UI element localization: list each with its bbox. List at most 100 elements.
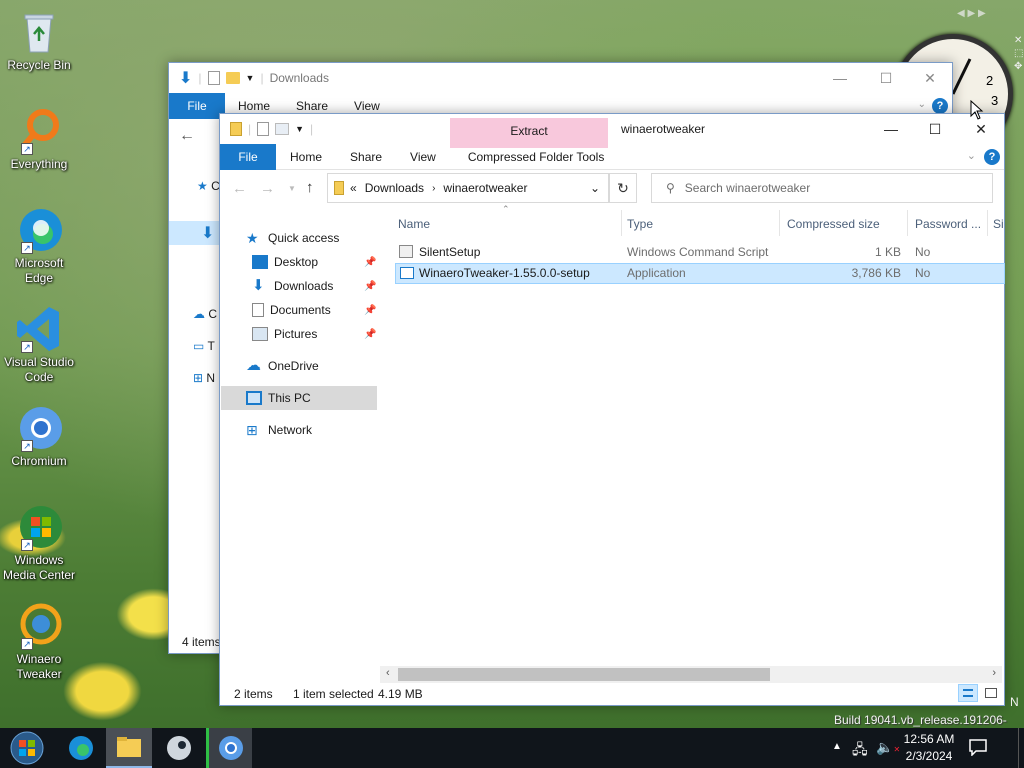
tab-file[interactable]: File bbox=[220, 143, 276, 170]
tab-share[interactable]: Share bbox=[336, 144, 396, 170]
help-icon[interactable]: ? bbox=[984, 149, 1000, 165]
nav-network[interactable]: ⊞ Network bbox=[246, 419, 312, 441]
new-folder-icon[interactable] bbox=[275, 123, 290, 135]
expand-ribbon-icon[interactable]: ⌄ bbox=[918, 99, 926, 110]
tab-file[interactable]: File bbox=[169, 92, 225, 119]
desktop-icon-label: Everything bbox=[10, 157, 68, 171]
address-bar[interactable]: « Downloads › winaerotweaker ⌄ bbox=[327, 173, 609, 203]
column-type[interactable]: Type bbox=[627, 217, 653, 237]
file-password: No bbox=[915, 266, 931, 280]
nav-documents[interactable]: Documents bbox=[252, 299, 331, 321]
desktop-icon-winaero-tweaker[interactable]: ↗ Winaero Tweaker bbox=[0, 602, 78, 682]
action-center-button[interactable] bbox=[968, 738, 994, 758]
desktop-icon-label: Windows Media Center bbox=[2, 553, 76, 582]
document-icon bbox=[252, 303, 264, 317]
column-name[interactable]: Name bbox=[398, 217, 430, 237]
steam-icon bbox=[167, 736, 191, 760]
tab-view[interactable]: View bbox=[396, 144, 450, 170]
chevron-down-icon[interactable]: ▼ bbox=[295, 124, 304, 134]
breadcrumb-downloads[interactable]: Downloads bbox=[365, 181, 424, 195]
close-button[interactable]: ✕ bbox=[907, 63, 953, 93]
network-status-icon[interactable]: 🖧 bbox=[852, 739, 868, 763]
corner-letter: N bbox=[1010, 695, 1019, 709]
nav-onedrive[interactable]: ☁ OneDrive bbox=[246, 355, 319, 377]
large-icons-view-button[interactable] bbox=[982, 685, 1000, 701]
column-size[interactable]: Si bbox=[993, 217, 1004, 237]
minimize-button[interactable]: — bbox=[868, 114, 914, 144]
nav-fragment: ★ C bbox=[197, 179, 220, 193]
taskbar-edge[interactable] bbox=[58, 728, 104, 768]
back-button[interactable]: ← bbox=[232, 180, 247, 197]
application-file-icon bbox=[400, 267, 414, 279]
title-bar[interactable]: ⬇ | ▼ | Downloads — ☐ ✕ bbox=[169, 63, 952, 93]
column-divider[interactable] bbox=[987, 210, 988, 236]
pin-icon[interactable]: 📌 bbox=[364, 281, 376, 292]
quick-access-toolbar: | ▼ | bbox=[220, 122, 313, 136]
nav-desktop[interactable]: Desktop bbox=[252, 251, 318, 273]
address-prefix[interactable]: « bbox=[350, 181, 357, 195]
chromium-icon bbox=[218, 736, 243, 760]
taskbar-chromium[interactable] bbox=[206, 728, 252, 768]
help-icon[interactable]: ? bbox=[932, 98, 948, 114]
show-desktop-button[interactable] bbox=[1018, 728, 1024, 768]
breadcrumb-winaerotweaker[interactable]: winaerotweaker bbox=[443, 181, 527, 195]
properties-icon[interactable] bbox=[257, 122, 270, 136]
clock-date: 2/3/2024 bbox=[905, 749, 953, 763]
refresh-button[interactable]: ↻ bbox=[609, 173, 637, 203]
back-button[interactable]: ← bbox=[179, 127, 195, 145]
nav-downloads[interactable]: ⬇ Downloads bbox=[252, 275, 333, 297]
tab-compressed-folder-tools[interactable]: Compressed Folder Tools bbox=[454, 144, 619, 170]
taskbar-steam[interactable] bbox=[156, 728, 202, 768]
tab-home[interactable]: Home bbox=[276, 144, 336, 170]
desktop-icon-chromium[interactable]: ↗ Chromium bbox=[0, 404, 78, 469]
pin-icon[interactable]: 📌 bbox=[364, 257, 376, 268]
column-divider[interactable] bbox=[621, 210, 622, 236]
folder-icon bbox=[117, 737, 141, 757]
file-name: SilentSetup bbox=[419, 245, 481, 259]
nav-this-pc[interactable]: This PC bbox=[246, 387, 311, 409]
details-view-button[interactable] bbox=[958, 684, 978, 702]
table-row-selected[interactable]: WinaeroTweaker-1.55.0.0-setup Applicatio… bbox=[395, 263, 1005, 284]
forward-button[interactable]: → bbox=[260, 180, 275, 197]
gadget-controls[interactable]: ◀ ▶ ▶ bbox=[957, 8, 986, 19]
minimize-button[interactable]: — bbox=[817, 63, 863, 93]
taskbar-file-explorer[interactable] bbox=[106, 728, 152, 768]
title-bar[interactable]: | ▼ | Extract winaerotweaker — ☐ ✕ bbox=[220, 114, 1004, 148]
scroll-left-icon[interactable]: ‹ bbox=[386, 667, 390, 679]
search-input[interactable]: ⚲ Search winaerotweaker bbox=[651, 173, 993, 203]
pin-icon[interactable]: 📌 bbox=[364, 305, 376, 316]
pin-icon[interactable]: 📌 bbox=[364, 329, 376, 340]
show-hidden-icons-icon[interactable]: ▲ bbox=[832, 741, 842, 752]
scrollbar-thumb[interactable] bbox=[398, 668, 770, 681]
desktop-icon-media-center[interactable]: ↗ Windows Media Center bbox=[0, 503, 78, 583]
table-row[interactable]: SilentSetup Windows Command Script 1 KB … bbox=[395, 242, 1005, 262]
column-password[interactable]: Password ... bbox=[915, 217, 981, 237]
nav-pictures[interactable]: Pictures bbox=[252, 323, 317, 345]
winaerotweaker-window[interactable]: | ▼ | Extract winaerotweaker — ☐ ✕ File … bbox=[219, 113, 1005, 706]
status-item-count: 4 items bbox=[182, 635, 221, 649]
desktop-icon-edge[interactable]: ↗ Microsoft Edge bbox=[0, 206, 78, 286]
start-button[interactable] bbox=[4, 728, 50, 768]
up-button[interactable]: ↑ bbox=[306, 179, 314, 196]
address-dropdown-icon[interactable]: ⌄ bbox=[590, 181, 600, 195]
maximize-button[interactable]: ☐ bbox=[912, 114, 958, 144]
desktop-icon-vscode[interactable]: ↗ Visual Studio Code bbox=[0, 305, 78, 385]
scroll-right-icon[interactable]: › bbox=[992, 667, 996, 679]
desktop-icon-everything[interactable]: ↗ Everything bbox=[0, 107, 78, 172]
nav-quick-access[interactable]: ★ Quick access bbox=[246, 227, 339, 249]
folder-icon[interactable] bbox=[225, 72, 240, 84]
column-divider[interactable] bbox=[907, 210, 908, 236]
clock[interactable]: 12:56 AM 2/3/2024 bbox=[896, 731, 962, 765]
column-compressed-size[interactable]: Compressed size bbox=[787, 217, 880, 237]
gadget-sidebar-controls[interactable]: ✕ ⬚ ✥ bbox=[1014, 34, 1024, 94]
horizontal-scrollbar[interactable]: ‹ › bbox=[380, 666, 1002, 683]
properties-icon[interactable] bbox=[207, 71, 220, 85]
maximize-button[interactable]: ☐ bbox=[863, 63, 909, 93]
nav-fragment: ▭ T bbox=[193, 339, 215, 353]
expand-ribbon-icon[interactable]: ⌄ bbox=[967, 149, 976, 162]
column-divider[interactable] bbox=[779, 210, 780, 236]
desktop-icon-recycle-bin[interactable]: Recycle Bin bbox=[0, 8, 78, 73]
zip-folder-icon bbox=[230, 122, 242, 136]
recent-locations-chevron-icon[interactable]: ▼ bbox=[288, 184, 296, 193]
chevron-down-icon[interactable]: ▼ bbox=[246, 73, 255, 83]
